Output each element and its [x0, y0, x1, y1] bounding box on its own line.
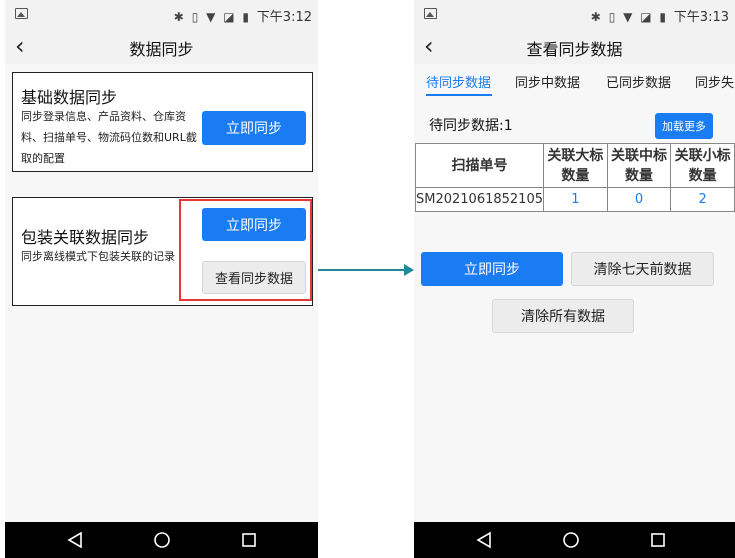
package-sync-title: 包装关联数据同步 [21, 228, 150, 247]
page-title: 查看同步数据 [526, 40, 623, 59]
basic-sync-desc-line3: 取的配置 [21, 152, 65, 165]
active-tab-indicator [426, 94, 492, 96]
navigation-bar [414, 522, 735, 558]
flow-arrow-line [318, 269, 406, 271]
tab-synced[interactable]: 已同步数据 [606, 72, 671, 91]
clear-all-button[interactable]: 清除所有数据 [492, 299, 634, 333]
status-bar: ✱ ▯ ▼ ◪ ▮ 下午3:13 [414, 0, 735, 30]
battery-icon: ▮ [659, 10, 668, 24]
tab-bar: 待同步数据 同步中数据 已同步数据 同步失 [414, 64, 735, 100]
table-header-row: 扫描单号 关联大标 数量 关联中标 数量 关联小标 数量 [415, 143, 735, 188]
page-title: 数据同步 [129, 40, 194, 59]
column-header-large-count: 关联大标 数量 [543, 143, 608, 188]
no-sim-icon: ◪ [640, 10, 654, 24]
vibrate-icon: ▯ [191, 10, 201, 24]
package-sync-desc: 同步离线模式下包装关联的记录 [21, 250, 175, 263]
status-icons: ✱ ▯ ▼ ◪ ▮ 下午3:12 [174, 6, 312, 25]
status-bar: ✱ ▯ ▼ ◪ ▮ 下午3:12 [5, 0, 318, 30]
flow-arrow-icon [404, 264, 414, 276]
home-nav-icon[interactable] [153, 531, 171, 549]
tab-failed[interactable]: 同步失 [695, 72, 734, 91]
highlight-box [179, 199, 312, 301]
wifi-icon: ▼ [206, 10, 218, 24]
status-icons: ✱ ▯ ▼ ◪ ▮ 下午3:13 [591, 6, 729, 25]
back-nav-icon[interactable] [476, 531, 492, 549]
battery-icon: ▮ [242, 10, 251, 24]
image-icon [15, 8, 28, 19]
cell-medium-count: 0 [606, 187, 672, 212]
recents-nav-icon[interactable] [241, 531, 257, 549]
sync-data-table: 扫描单号 关联大标 数量 关联中标 数量 关联小标 数量 SM202106185210… [415, 143, 735, 212]
image-icon [424, 8, 437, 19]
clear-seven-days-button[interactable]: 清除七天前数据 [571, 252, 714, 286]
no-sim-icon: ◪ [223, 10, 237, 24]
home-nav-icon[interactable] [562, 531, 580, 549]
cell-scan-code: SM2021061852105 [415, 187, 544, 212]
bluetooth-icon: ✱ [590, 10, 603, 24]
app-bar: ‹ 查看同步数据 [414, 30, 735, 64]
app-bar: ‹ 数据同步 [5, 30, 318, 64]
basic-sync-desc-line1: 同步登录信息、产品资料、仓库资 [21, 110, 186, 123]
tab-syncing[interactable]: 同步中数据 [515, 72, 580, 91]
column-header-medium-count: 关联中标 数量 [606, 143, 672, 188]
cell-small-count: 2 [670, 187, 735, 212]
load-more-button[interactable]: 加载更多 [655, 113, 713, 139]
basic-sync-desc-line2: 料、扫描单号、物流码位数和URL截 [21, 131, 197, 144]
basic-sync-card: 基础数据同步 同步登录信息、产品资料、仓库资 料、扫描单号、物流码位数和URL截… [12, 72, 313, 172]
right-phone-screen: ✱ ▯ ▼ ◪ ▮ 下午3:13 ‹ 查看同步数据 待同步数据 同步中数据 已同… [414, 0, 735, 558]
navigation-bar [5, 522, 318, 558]
sync-now-button[interactable]: 立即同步 [421, 252, 563, 286]
basic-sync-button[interactable]: 立即同步 [202, 111, 306, 145]
back-nav-icon[interactable] [67, 531, 83, 549]
status-time: 下午3:12 [256, 10, 312, 25]
left-phone-screen: ✱ ▯ ▼ ◪ ▮ 下午3:12 ‹ 数据同步 基础数据同步 同步登录信息、产品… [5, 0, 318, 558]
column-header-small-count: 关联小标 数量 [670, 143, 735, 188]
bluetooth-icon: ✱ [173, 10, 186, 24]
column-header-scan-code: 扫描单号 [415, 143, 544, 188]
status-time: 下午3:13 [673, 10, 729, 25]
wifi-icon: ▼ [623, 10, 635, 24]
recents-nav-icon[interactable] [650, 531, 666, 549]
vibrate-icon: ▯ [608, 10, 618, 24]
tab-pending[interactable]: 待同步数据 [426, 72, 491, 91]
table-row[interactable]: SM2021061852105 1 0 2 [415, 187, 735, 212]
cell-large-count: 1 [543, 187, 608, 212]
pending-count-label: 待同步数据:1 [429, 118, 513, 134]
basic-sync-title: 基础数据同步 [21, 88, 118, 107]
